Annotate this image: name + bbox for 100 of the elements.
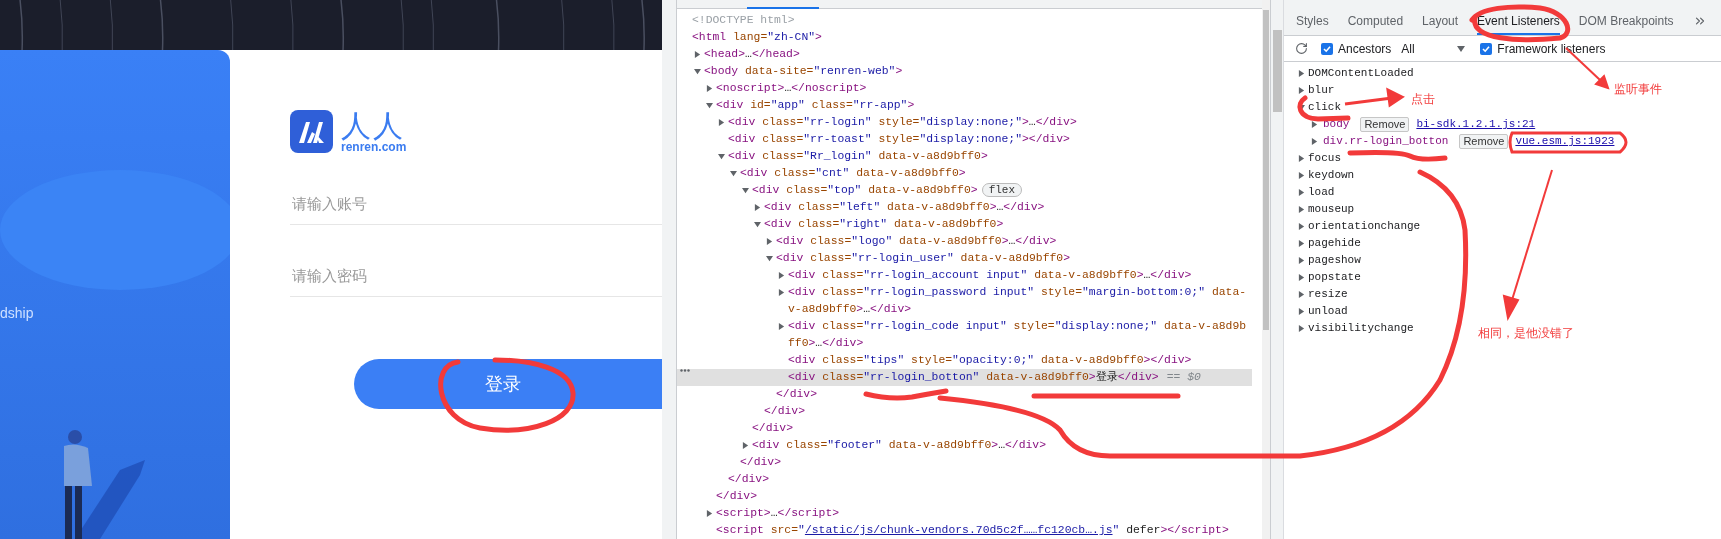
dom-node-row[interactable]: <script>…</script>: [677, 505, 1252, 522]
disclosure-triangle-icon[interactable]: [754, 221, 761, 228]
disclosure-triangle-icon[interactable]: [706, 510, 713, 517]
scrollbar-thumb[interactable]: [1263, 10, 1269, 330]
listener-row[interactable]: mouseup: [1284, 201, 1355, 218]
code-line: <div class="right" data-v-a8d9bff0>: [764, 217, 1004, 232]
refresh-icon[interactable]: [1295, 42, 1308, 55]
dom-node-row[interactable]: <div class="rr-login_code input" style="display:none;" data-v-a8d9bff0>…</div>: [677, 318, 1252, 352]
dom-node-row[interactable]: <div class="rr-login_user" data-v-a8d9bff0>: [677, 250, 1252, 267]
listener-row[interactable]: focus: [1284, 150, 1341, 167]
scrollbar-thumb[interactable]: [1272, 30, 1282, 112]
disclosure-triangle-icon[interactable]: [1298, 189, 1305, 196]
dom-node-row[interactable]: <div class="rr-toast" style="display:none;"></div>: [677, 131, 1252, 148]
listener-row[interactable]: popstate: [1284, 269, 1361, 286]
disclosure-triangle-icon[interactable]: [1298, 291, 1305, 298]
remove-button[interactable]: Remove: [1360, 117, 1410, 132]
panel-tab[interactable]: Layout: [1422, 8, 1459, 35]
disclosure-triangle-icon[interactable]: [1298, 308, 1305, 315]
source-link[interactable]: vue.esm.js:1923: [1515, 133, 1615, 150]
disclosure-triangle-icon[interactable]: [1298, 172, 1305, 179]
checkbox-label[interactable]: Framework listeners: [1497, 39, 1606, 58]
dom-node-row[interactable]: <noscript>…</noscript>: [677, 80, 1252, 97]
dom-node-row[interactable]: <div class="right" data-v-a8d9bff0>: [677, 216, 1252, 233]
dom-node-row[interactable]: <div class="rr-login_password input" style="margin-bottom:0;" data-v-a8d9bff0>…</div>: [677, 284, 1252, 318]
disclosure-triangle-icon[interactable]: [730, 170, 737, 177]
checkbox[interactable]: [1480, 42, 1493, 55]
dom-node-row[interactable]: <div class="logo" data-v-a8d9bff0>…</div>: [677, 233, 1252, 250]
listener-row[interactable]: visibilitychange: [1284, 320, 1414, 337]
disclosure-triangle-icon[interactable]: [1298, 223, 1305, 230]
dom-node-row[interactable]: <script src="/static/js/chunk-vendors.70d5c2f……fc120cb….js" defer></script>: [677, 522, 1252, 539]
listener-row[interactable]: click: [1284, 99, 1341, 116]
disclosure-triangle-icon[interactable]: [1298, 257, 1305, 264]
disclosure-triangle-icon[interactable]: [754, 204, 761, 211]
dom-node-row[interactable]: <html lang="zh-CN">: [677, 29, 1252, 46]
code-line: </div>: [740, 455, 782, 470]
disclosure-triangle-icon[interactable]: [1298, 70, 1305, 77]
listener-row[interactable]: blur: [1284, 82, 1335, 99]
dom-node-row[interactable]: <head>…</head>: [677, 46, 1252, 63]
dom-node-row[interactable]: <div class="top" data-v-a8d9bff0> flex: [677, 182, 1252, 199]
disclosure-triangle-icon[interactable]: [694, 68, 701, 75]
remove-button[interactable]: Remove: [1459, 134, 1509, 149]
disclosure-triangle-icon[interactable]: [742, 187, 749, 194]
dom-node-row[interactable]: <div class="footer" data-v-a8d9bff0>…</div>: [677, 437, 1252, 454]
code-line: <script>…</script>: [716, 506, 840, 521]
listener-row[interactable]: load: [1284, 184, 1335, 201]
disclosure-triangle-icon[interactable]: [706, 102, 713, 109]
code-line: <div class="tips" style="opacity:0;" data-v-a8d9bff0></div>: [788, 353, 1192, 368]
disclosure-triangle-icon[interactable]: [742, 442, 749, 449]
disclosure-triangle-icon[interactable]: [1298, 155, 1305, 162]
code-line: <div class="rr-login_code input" style="display:none;" data-v-a8d9bff0>…</div>: [788, 319, 1248, 351]
filter-dropdown[interactable]: All: [1401, 39, 1466, 58]
disclosure-triangle-icon[interactable]: [1311, 121, 1318, 128]
panel-tab[interactable]: Styles: [1296, 8, 1329, 35]
listener-row[interactable]: resize: [1284, 286, 1348, 303]
code-line: </div>: [728, 472, 770, 487]
disclosure-triangle-icon[interactable]: [718, 119, 725, 126]
disclosure-triangle-icon[interactable]: [1311, 138, 1318, 145]
disclosure-triangle-icon[interactable]: [694, 51, 701, 58]
dom-node-row[interactable]: <body data-site="renren-web">: [677, 63, 1252, 80]
listener-row[interactable]: orientationchange: [1284, 218, 1421, 235]
login-button[interactable]: 登录: [354, 359, 662, 409]
checkbox[interactable]: [1321, 42, 1333, 55]
dom-node-row[interactable]: <div class="left" data-v-a8d9bff0>…</div>: [677, 199, 1252, 216]
panel-tab[interactable]: Event Listeners: [1477, 8, 1560, 35]
dom-node-row[interactable]: <div class="cnt" data-v-a8d9bff0>: [677, 165, 1252, 182]
event-name: resize: [1308, 287, 1348, 303]
layout-badge[interactable]: flex: [981, 183, 1023, 197]
panel-tab[interactable]: DOM Breakpoints: [1578, 8, 1674, 35]
event-name: pagehide: [1308, 236, 1361, 252]
disclosure-triangle-icon[interactable]: [766, 238, 773, 245]
listener-row[interactable]: unload: [1284, 303, 1348, 320]
disclosure-triangle-icon[interactable]: [1298, 87, 1305, 94]
disclosure-triangle-icon[interactable]: [1298, 274, 1305, 281]
disclosure-triangle-icon[interactable]: [766, 255, 773, 262]
disclosure-triangle-icon[interactable]: [1298, 325, 1305, 332]
disclosure-triangle-icon[interactable]: [778, 289, 785, 296]
event-name: unload: [1308, 304, 1348, 320]
dom-node-row[interactable]: <div class="rr-login" style="display:none;">…</div>: [677, 114, 1252, 131]
disclosure-triangle-icon[interactable]: [1298, 206, 1305, 213]
dom-node-row[interactable]: <div class="tips" style="opacity:0;" data-v-a8d9bff0></div>: [677, 352, 1252, 369]
dom-node-row[interactable]: <div class="Rr_login" data-v-a8d9bff0>: [677, 148, 1252, 165]
dom-node-row[interactable]: <div class="rr-login_botton" data-v-a8d9bff0>登录</div> == $0: [677, 369, 1252, 386]
disclosure-triangle-icon[interactable]: [778, 323, 785, 330]
disclosure-triangle-icon[interactable]: [706, 85, 713, 92]
disclosure-triangle-icon[interactable]: [718, 153, 725, 160]
disclosure-triangle-icon[interactable]: [778, 272, 785, 279]
dom-node-row[interactable]: <div id="app" class="rr-app">: [677, 97, 1252, 114]
dom-node-row[interactable]: <div class="rr-login_account input" data-v-a8d9bff0>…</div>: [677, 267, 1252, 284]
source-link[interactable]: bi-sdk.1.2.1.js:21: [1416, 116, 1536, 133]
listener-row[interactable]: keydown: [1284, 167, 1355, 184]
listener-row[interactable]: pagehide: [1284, 235, 1361, 252]
listener-row[interactable]: DOMContentLoaded: [1284, 65, 1414, 82]
panel-tab[interactable]: Computed: [1347, 8, 1404, 35]
more-icon[interactable]: [680, 369, 690, 372]
disclosure-triangle-icon[interactable]: [1298, 240, 1305, 247]
checkbox-label[interactable]: Ancestors: [1338, 39, 1392, 58]
source-link[interactable]: /static/js/chunk-vendors.70d5c2f……fc120cb….js: [804, 522, 1113, 539]
code-line: <noscript>…</noscript>: [716, 81, 867, 96]
listener-row[interactable]: div.rr-login_botton Remove vue.esm.js:1923: [1284, 133, 1615, 150]
listener-row[interactable]: pageshow: [1284, 252, 1361, 269]
